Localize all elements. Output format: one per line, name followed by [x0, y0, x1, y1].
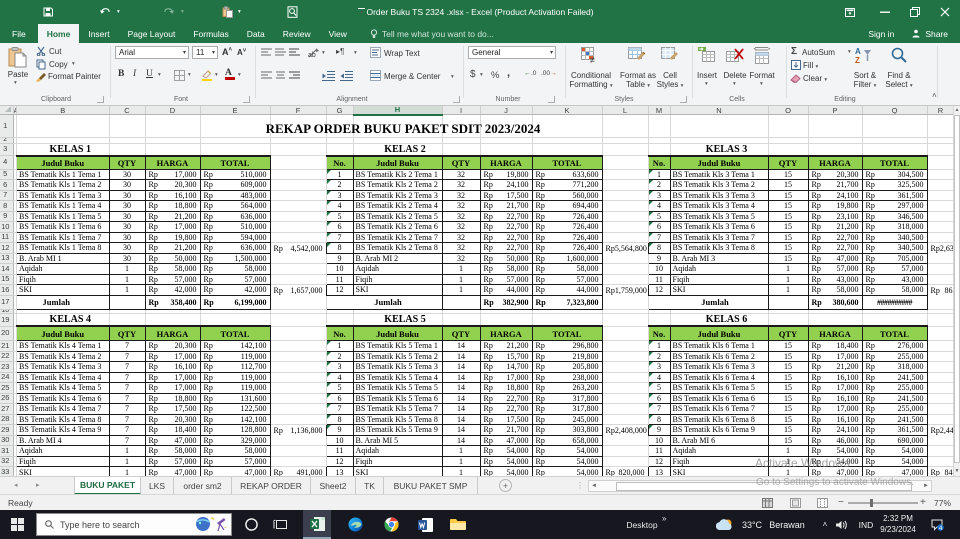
svg-text:ab: ab	[308, 52, 316, 58]
svg-text:✦: ✦	[210, 516, 214, 522]
svg-text:≠: ≠	[590, 55, 595, 64]
svg-text:Z: Z	[855, 56, 860, 64]
svg-text:A: A	[855, 47, 861, 56]
